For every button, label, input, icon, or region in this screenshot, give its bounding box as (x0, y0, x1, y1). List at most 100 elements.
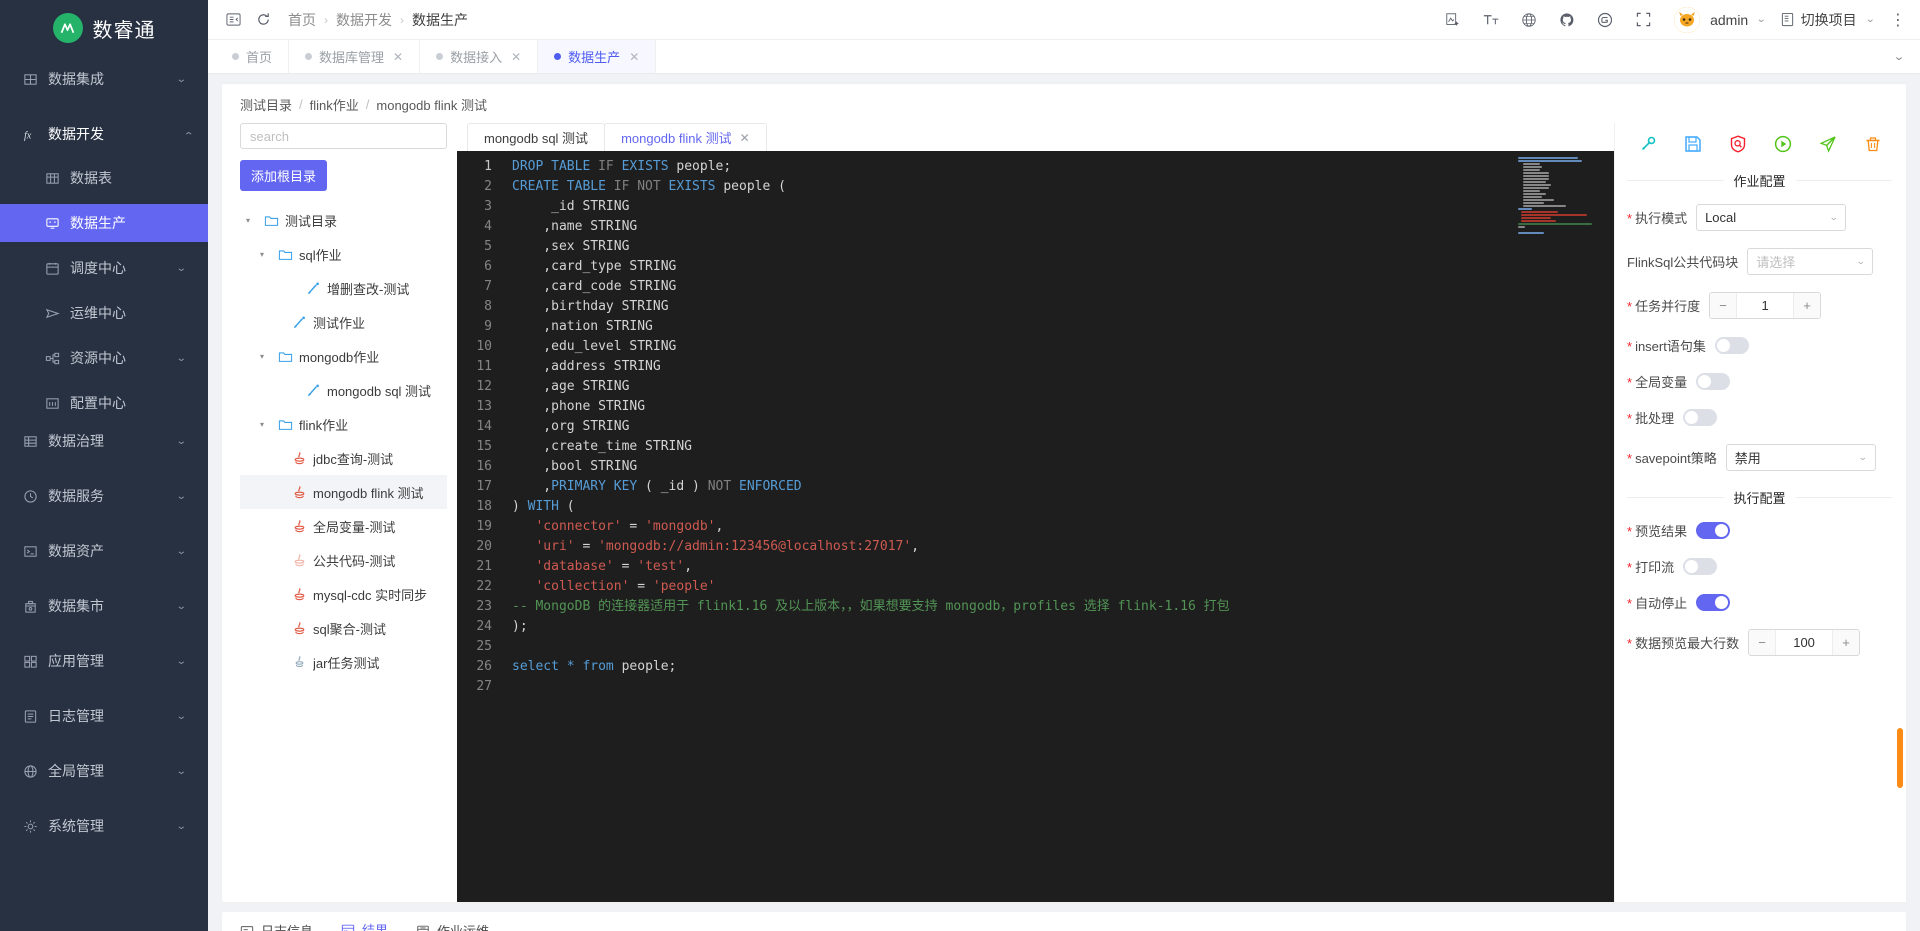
page-tab-2[interactable]: 数据接入 ✕ (420, 40, 539, 73)
caret-down-icon[interactable]: ▾ (260, 420, 271, 429)
screenshot-icon[interactable] (1436, 5, 1470, 35)
tree-node-7[interactable]: ▾jdbc查询-测试 (240, 441, 447, 475)
caret-down-icon[interactable]: ▾ (260, 352, 271, 361)
savepoint-select[interactable]: 禁用 ⌄ (1725, 444, 1876, 471)
bottom-tab-1[interactable]: 结果 (341, 920, 388, 931)
editor-code[interactable]: DROP TABLE IF EXISTS people; CREATE TABLE… (502, 151, 1614, 902)
caret-down-icon[interactable]: ▾ (260, 250, 271, 259)
tree-node-1[interactable]: ▾ sql作业 (240, 237, 447, 271)
refresh-icon[interactable] (248, 5, 278, 35)
page-tab-3[interactable]: 数据生产 ✕ (538, 40, 657, 73)
max-preview-rows-value[interactable]: 100 (1776, 630, 1833, 655)
sidebar-item-0[interactable]: 数据集成 ⌄ (0, 60, 208, 98)
tree-node-4[interactable]: ▾ mongodb作业 (240, 339, 447, 373)
monitor-icon (44, 215, 60, 231)
job-breadcrumb-item-1[interactable]: flink作业 (310, 95, 359, 114)
editor-tab-1[interactable]: mongodb flink 测试 ✕ (604, 123, 767, 151)
close-icon[interactable]: ✕ (740, 131, 750, 145)
close-icon[interactable]: ✕ (629, 50, 639, 64)
sidebar-item-3[interactable]: 数据生产 (0, 204, 208, 242)
clear-icon[interactable] (1860, 131, 1886, 157)
tree-node-10[interactable]: ▾公共代码-测试 (240, 543, 447, 577)
print-stream-toggle[interactable] (1683, 558, 1718, 575)
insert-set-toggle[interactable] (1714, 337, 1749, 354)
tree-node-12[interactable]: ▾sql聚合-测试 (240, 611, 447, 645)
avatar[interactable] (1674, 6, 1701, 33)
sidebar-item-15[interactable]: 系统管理 ⌄ (0, 807, 208, 845)
line-number: 25 (476, 639, 492, 654)
bottom-tab-0[interactable]: 日志信息 (240, 921, 313, 931)
add-root-directory-button[interactable]: 添加根目录 (240, 160, 328, 191)
sidebar-item-6[interactable]: 资源中心 ⌄ (0, 339, 208, 377)
project-switch-button[interactable]: 切换项目 ⌄ (1780, 10, 1875, 30)
fullscreen-icon[interactable] (1626, 5, 1660, 35)
preview-result-toggle[interactable] (1696, 522, 1731, 539)
sidebar-item-2[interactable]: 数据表 (0, 159, 208, 197)
job-breadcrumb-item-0[interactable]: 测试目录 (240, 95, 292, 114)
user-menu-chevron-down-icon[interactable]: ⌄ (1756, 14, 1766, 25)
tree-node-6[interactable]: ▾ flink作业 (240, 407, 447, 441)
sidebar-item-8[interactable]: 数据治理 ⌄ (0, 422, 208, 460)
config-scrollbar-thumb[interactable] (1897, 728, 1903, 788)
bottom-tab-2[interactable]: 作业运维 (416, 921, 489, 931)
save-icon[interactable] (1680, 131, 1706, 157)
tree-node-13[interactable]: ▾jar任务测试 (240, 645, 447, 679)
parallelism-minus-button[interactable]: − (1710, 293, 1738, 318)
menu-collapse-icon[interactable] (218, 5, 248, 35)
check-sql-icon[interactable] (1725, 131, 1751, 157)
run-icon[interactable] (1770, 131, 1796, 157)
close-icon[interactable]: ✕ (511, 50, 521, 64)
language-globe-icon[interactable] (1512, 5, 1546, 35)
flinksql-common-select[interactable]: 请选择 ⌄ (1747, 248, 1874, 275)
search-input[interactable]: search (240, 123, 447, 149)
user-name[interactable]: admin (1710, 12, 1748, 28)
font-size-icon[interactable] (1474, 5, 1508, 35)
sidebar-item-7[interactable]: 配置中心 (0, 384, 208, 422)
sidebar-item-1[interactable]: fx 数据开发 ⌄ (0, 115, 208, 153)
tree-node-label: mongodb作业 (299, 349, 380, 365)
parallelism-plus-button[interactable]: + (1793, 293, 1821, 318)
max-preview-rows-minus-button[interactable]: − (1749, 630, 1777, 655)
sidebar-item-13[interactable]: 日志管理 ⌄ (0, 697, 208, 735)
sidebar-item-11[interactable]: 数据集市 ⌄ (0, 587, 208, 625)
brand-logo[interactable]: 数睿通 (0, 0, 208, 56)
editor-scrollbar[interactable] (1604, 151, 1614, 902)
sidebar-item-12[interactable]: 应用管理 ⌄ (0, 642, 208, 680)
tree-node-9[interactable]: ▾全局变量-测试 (240, 509, 447, 543)
close-icon[interactable]: ✕ (393, 50, 403, 64)
exec-mode-select[interactable]: Local ⌄ (1696, 204, 1847, 231)
tree-node-8[interactable]: ▾mongodb flink 测试 (240, 475, 447, 509)
page-tab-1[interactable]: 数据库管理 ✕ (289, 40, 421, 73)
sidebar-item-14[interactable]: 全局管理 ⌄ (0, 752, 208, 790)
max-preview-rows-stepper[interactable]: − 100 + (1748, 629, 1861, 656)
sidebar-item-4[interactable]: 调度中心 ⌄ (0, 249, 208, 287)
page-tab-0[interactable]: 首页 (216, 40, 290, 73)
more-vertical-icon[interactable]: ⋮ (1890, 10, 1906, 30)
submit-icon[interactable] (1815, 131, 1841, 157)
breadcrumb-item-1[interactable]: 数据开发 (336, 10, 392, 30)
editor-tab-0[interactable]: mongodb sql 测试 (467, 123, 606, 151)
breadcrumb-item-0[interactable]: 首页 (288, 10, 316, 30)
code-editor[interactable]: 1 2 3 4 5 6 7 8 9 10 11 12 13 14 15 16 17 18 19 20 21 22 23 24 2… (457, 151, 1614, 902)
max-preview-rows-plus-button[interactable]: + (1832, 630, 1860, 655)
flink-check-icon[interactable] (1635, 131, 1661, 157)
folder-icon (263, 213, 279, 228)
tabstrip-chevron-down-icon[interactable]: ⌄ (1872, 40, 1920, 73)
parallelism-stepper[interactable]: − 1 + (1709, 292, 1822, 319)
tree-node-3[interactable]: ▾测试作业 (240, 305, 447, 339)
caret-down-icon[interactable]: ▾ (246, 216, 257, 225)
sidebar-item-9[interactable]: 数据服务 ⌄ (0, 477, 208, 515)
tree-node-11[interactable]: ▾mysql-cdc 实时同步 (240, 577, 447, 611)
global-var-toggle[interactable] (1696, 373, 1731, 390)
tree-node-0[interactable]: ▾ 测试目录 (240, 203, 447, 237)
auto-stop-toggle[interactable] (1696, 594, 1731, 611)
parallelism-value[interactable]: 1 (1737, 293, 1794, 318)
sidebar-item-10[interactable]: 数据资产 ⌄ (0, 532, 208, 570)
tree-node-2[interactable]: ▾增删查改-测试 (240, 271, 447, 305)
batch-mode-toggle[interactable] (1683, 409, 1718, 426)
github-icon[interactable] (1550, 5, 1584, 35)
sidebar-item-5[interactable]: 运维中心 (0, 294, 208, 332)
tree-node-5[interactable]: ▾mongodb sql 测试 (240, 373, 447, 407)
gitee-icon[interactable] (1588, 5, 1622, 35)
